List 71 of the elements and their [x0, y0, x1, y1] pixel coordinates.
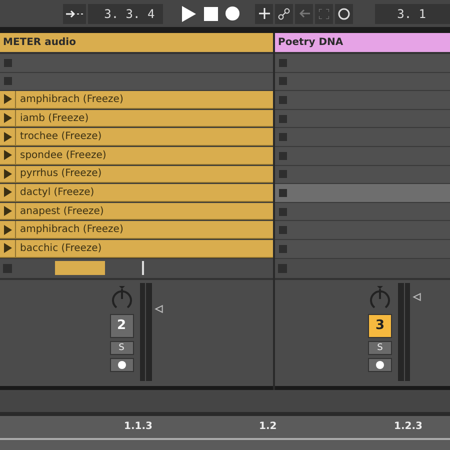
loop-start-display[interactable]: 3. 1 [375, 4, 450, 24]
empty-clip-slot[interactable] [275, 128, 450, 147]
record-dot-icon [118, 360, 126, 369]
clip[interactable]: amphibrach (Freeze) [0, 221, 273, 239]
clip-name: amphibrach (Freeze) [19, 94, 124, 105]
volume-triangle-icon[interactable] [154, 304, 164, 314]
slot-stop-icon[interactable] [279, 77, 287, 86]
clip-name: amphibrach (Freeze) [19, 224, 124, 236]
empty-clip-slot[interactable] [275, 72, 450, 92]
ruler-label: 1.2 [259, 420, 277, 432]
stop-clips-button[interactable] [3, 264, 12, 273]
clip-name: dactyl (Freeze) [19, 186, 94, 198]
slot-stop-icon[interactable] [279, 226, 287, 234]
slot-stop-icon[interactable] [279, 188, 287, 197]
track-activator-button[interactable]: 2 [110, 314, 134, 338]
pan-knob[interactable] [368, 284, 392, 311]
clip[interactable]: pyrrhus (Freeze) [0, 166, 273, 184]
slot-stop-icon[interactable] [279, 208, 287, 216]
clip-name: pyrrhus (Freeze) [19, 168, 102, 180]
empty-clip-slot[interactable] [0, 72, 273, 92]
empty-clip-slot[interactable] [0, 54, 273, 73]
clip-name: spondee (Freeze) [19, 150, 106, 161]
plus-icon[interactable] [255, 4, 274, 24]
slot-stop-icon[interactable] [279, 96, 287, 104]
clip-name: iamb (Freeze) [19, 112, 89, 124]
empty-clip-slot[interactable] [275, 146, 450, 166]
empty-clip-slot[interactable] [275, 221, 450, 240]
empty-clip-slot[interactable] [275, 202, 450, 222]
solo-button[interactable]: S [368, 340, 392, 355]
clip[interactable]: spondee (Freeze) [0, 146, 273, 165]
stop-clips-button[interactable] [278, 264, 287, 273]
slot-stop-icon[interactable] [279, 152, 287, 160]
arm-button[interactable] [110, 358, 134, 372]
clip[interactable]: iamb (Freeze) [0, 110, 273, 128]
timeline-ruler[interactable]: 1.1.3 1.2 1.2.3 [0, 416, 450, 440]
slot-stop-icon[interactable] [4, 77, 12, 86]
track-header[interactable]: Poetry DNA [275, 33, 450, 54]
empty-clip-slot[interactable] [275, 110, 450, 128]
empty-clip-slot[interactable] [275, 240, 450, 259]
record-icon[interactable] [222, 4, 242, 24]
clip[interactable]: amphibrach (Freeze) [0, 91, 273, 109]
slot-stop-icon[interactable] [279, 58, 287, 67]
ruler-label: 1.2.3 [394, 420, 422, 432]
arm-button[interactable] [368, 358, 392, 372]
clip[interactable]: trochee (Freeze) [0, 128, 273, 146]
pan-knob[interactable] [110, 284, 134, 311]
link-icon[interactable] [275, 4, 294, 24]
ruler-label: 1.1.3 [124, 420, 152, 432]
empty-clip-slot[interactable] [275, 184, 450, 203]
slot-stop-icon[interactable] [4, 58, 12, 67]
solo-button[interactable]: S [110, 340, 134, 355]
empty-clip-slot[interactable] [275, 91, 450, 110]
record-dot-icon [376, 360, 384, 369]
clip[interactable]: bacchic (Freeze) [0, 240, 273, 258]
slot-stop-icon[interactable] [279, 244, 287, 253]
slot-stop-icon[interactable] [279, 133, 287, 142]
clip-name: trochee (Freeze) [19, 131, 102, 142]
position-display[interactable]: 3. 3. 4 [88, 4, 163, 24]
track-activator-button[interactable]: 3 [368, 314, 392, 338]
clip-name: bacchic (Freeze) [19, 242, 102, 254]
track-header[interactable]: METER audio [0, 33, 273, 54]
volume-triangle-icon[interactable] [412, 292, 422, 302]
slot-stop-icon[interactable] [279, 114, 287, 123]
slot-stop-icon[interactable] [279, 170, 287, 178]
clip[interactable]: dactyl (Freeze) [0, 184, 273, 202]
empty-clip-slot[interactable] [275, 54, 450, 73]
clip[interactable]: anapest (Freeze) [0, 202, 273, 220]
empty-clip-slot[interactable] [275, 166, 450, 184]
fader-marker [142, 261, 144, 276]
clip-name: anapest (Freeze) [19, 206, 104, 217]
fader-bar[interactable] [55, 261, 105, 276]
